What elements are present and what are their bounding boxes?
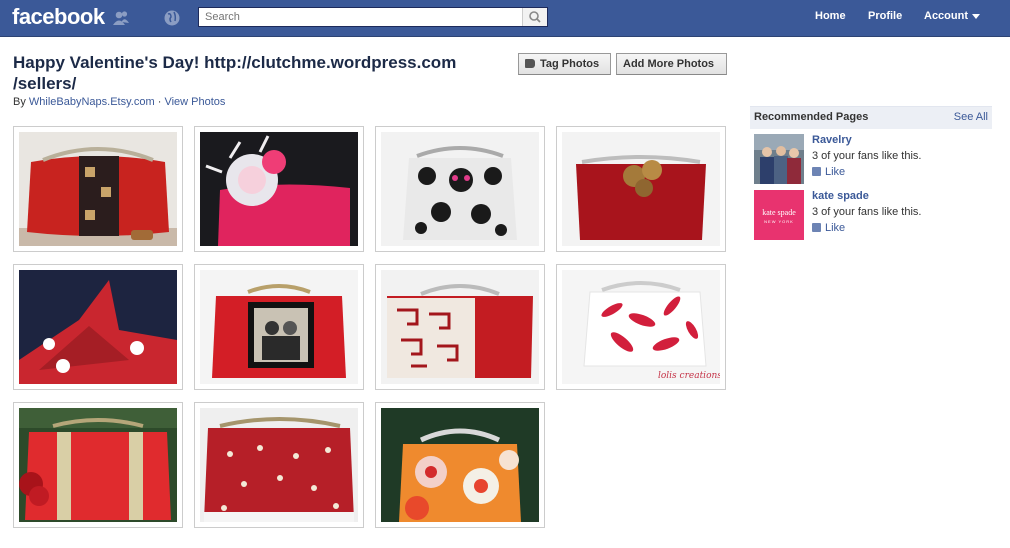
- fans-like-text: 3 of your fans like this.: [812, 150, 922, 162]
- photo-pink-feather-clutch: [200, 132, 358, 246]
- search-button[interactable]: [522, 8, 547, 26]
- photo-portrait-clutch: [200, 270, 358, 384]
- nav-account-label: Account: [924, 10, 968, 22]
- photo-thumbnail-6[interactable]: [194, 264, 364, 390]
- tag-photos-button[interactable]: Tag Photos: [518, 53, 611, 75]
- see-all-link[interactable]: See All: [954, 111, 988, 123]
- add-more-photos-label: Add More Photos: [623, 58, 715, 70]
- page-name-link[interactable]: Ravelry: [812, 134, 852, 146]
- photo-studded-patent-clutch: [19, 408, 177, 522]
- photo-red-skull-clutch: [19, 132, 177, 246]
- album-byline: By WhileBabyNaps.Etsy.com · View Photos: [13, 96, 225, 108]
- view-photos-link[interactable]: View Photos: [164, 96, 225, 108]
- chevron-down-icon: [972, 13, 980, 19]
- photo-sugar-skull-clutch: [381, 132, 539, 246]
- thumbs-up-icon: [812, 223, 821, 232]
- add-more-photos-button[interactable]: Add More Photos: [616, 53, 727, 75]
- photo-thumbnail-2[interactable]: [194, 126, 364, 252]
- photo-thumbnail-4[interactable]: [556, 126, 726, 252]
- album-title: Happy Valentine's Day! http://clutchme.w…: [13, 52, 493, 94]
- search-icon: [529, 11, 541, 23]
- nav-account[interactable]: Account: [924, 10, 980, 22]
- recommended-pages-heading: Recommended Pages: [754, 111, 869, 123]
- like-label: Like: [825, 166, 846, 178]
- recommended-page-item: Ravelry 3 of your fans like this. Like: [754, 134, 992, 186]
- photo-cherry-print-clutch: [200, 408, 358, 522]
- facebook-logo[interactable]: facebook: [12, 4, 105, 30]
- nav-profile[interactable]: Profile: [868, 10, 902, 22]
- tag-icon: [525, 59, 535, 68]
- photo-watermark: lolis creations: [658, 371, 720, 381]
- photo-origami-crane-clutch: [19, 270, 177, 384]
- top-bar: facebook Home Profile Account: [0, 0, 1010, 37]
- kate-spade-logo[interactable]: kate spade NEW YORK: [754, 190, 804, 240]
- notifications-globe-icon[interactable]: [163, 9, 181, 27]
- photo-thumbnail-1[interactable]: [13, 126, 183, 252]
- album-title-line-2: /sellers/: [13, 74, 77, 93]
- friends-icon[interactable]: [112, 9, 130, 27]
- photo-red-roses-clutch: [562, 132, 720, 246]
- like-link[interactable]: Like: [812, 166, 845, 178]
- photo-thumbnail-5[interactable]: [13, 264, 183, 390]
- logo-subtext: NEW YORK: [764, 219, 794, 224]
- author-link[interactable]: WhileBabyNaps.Etsy.com: [29, 96, 155, 108]
- nav-home[interactable]: Home: [815, 10, 846, 22]
- fans-like-text: 3 of your fans like this.: [812, 206, 922, 218]
- ravelry-photo[interactable]: [754, 134, 804, 184]
- search-input[interactable]: [199, 8, 523, 26]
- photo-retro-flower-clutch: [381, 408, 539, 522]
- like-link[interactable]: Like: [812, 222, 845, 234]
- byline-separator: ·: [157, 96, 162, 108]
- thumbs-up-icon: [812, 167, 821, 176]
- photo-thumbnail-10[interactable]: [194, 402, 364, 528]
- photo-geometric-band-clutch: [381, 270, 539, 384]
- photo-thumbnail-8[interactable]: lolis creations: [556, 264, 726, 390]
- photo-thumbnail-3[interactable]: [375, 126, 545, 252]
- logo-text: kate spade: [762, 208, 796, 217]
- album-title-line-1: Happy Valentine's Day! http://clutchme.w…: [13, 53, 457, 72]
- recommended-pages-header: Recommended Pages See All: [750, 106, 992, 129]
- search-box[interactable]: [198, 7, 548, 27]
- by-label: By: [13, 96, 26, 108]
- photo-thumbnail-7[interactable]: [375, 264, 545, 390]
- page-name-link[interactable]: kate spade: [812, 190, 869, 202]
- recommended-page-item: kate spade NEW YORK kate spade 3 of your…: [754, 190, 992, 242]
- photo-red-leaves-clutch: lolis creations: [562, 270, 720, 384]
- like-label: Like: [825, 222, 846, 234]
- photo-thumbnail-11[interactable]: [375, 402, 545, 528]
- photo-thumbnail-9[interactable]: [13, 402, 183, 528]
- tag-photos-label: Tag Photos: [540, 58, 600, 70]
